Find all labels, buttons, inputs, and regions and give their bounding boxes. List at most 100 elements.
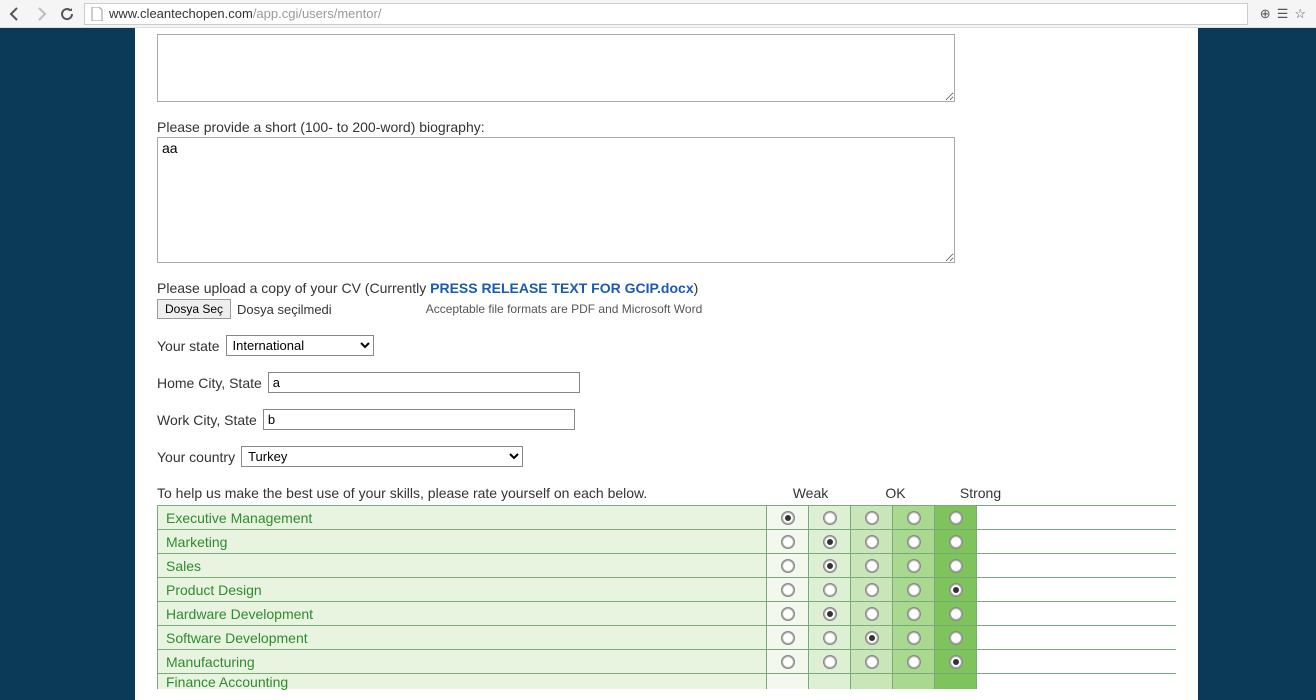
skill-rating-cell[interactable] [935,530,977,553]
skill-rating-cell[interactable] [851,530,893,553]
skill-rating-cell[interactable] [767,506,809,529]
skill-rating-cell[interactable] [767,650,809,673]
radio-button[interactable] [865,511,879,525]
skill-rating-cell[interactable] [851,506,893,529]
skill-row: Finance Accounting [157,674,1176,689]
skill-rating-cell[interactable] [767,626,809,649]
forward-button[interactable] [32,5,50,23]
skill-name: Finance Accounting [157,674,767,689]
radio-button[interactable] [907,535,921,549]
radio-button[interactable] [865,607,879,621]
radio-button[interactable] [823,535,837,549]
skill-rating-cell[interactable] [809,602,851,625]
uploaded-file-link[interactable]: PRESS RELEASE TEXT FOR GCIP.docx [430,280,693,296]
skill-rating-cell[interactable] [893,578,935,601]
radio-button[interactable] [907,511,921,525]
radio-button[interactable] [949,631,963,645]
radio-button[interactable] [781,559,795,573]
radio-button[interactable] [781,607,795,621]
radio-button[interactable] [781,583,795,597]
star-icon[interactable]: ☆ [1294,6,1306,22]
radio-button[interactable] [907,559,921,573]
skill-rating-cell[interactable] [935,506,977,529]
radio-button[interactable] [823,511,837,525]
skill-rating-cell[interactable] [767,602,809,625]
back-button[interactable] [6,5,24,23]
radio-button[interactable] [907,631,921,645]
skill-rating-cell[interactable] [893,602,935,625]
radio-button[interactable] [949,655,963,669]
radio-button[interactable] [823,607,837,621]
skill-rating-cell[interactable] [893,626,935,649]
skill-row: Executive Management [157,506,1176,530]
radio-button[interactable] [781,655,795,669]
skill-rating-cell[interactable] [935,602,977,625]
radio-button[interactable] [907,583,921,597]
radio-button[interactable] [907,655,921,669]
skill-rating-cell[interactable] [893,674,935,689]
skill-rating-cell[interactable] [809,578,851,601]
radio-button[interactable] [865,583,879,597]
radio-button[interactable] [865,655,879,669]
radio-button[interactable] [949,559,963,573]
skill-rating-cell[interactable] [851,554,893,577]
radio-button[interactable] [781,511,795,525]
country-select[interactable]: Turkey [241,446,523,467]
radio-button[interactable] [823,655,837,669]
address-bar[interactable]: www.cleantechopen.com/app.cgi/users/ment… [84,3,1248,25]
home-city-input[interactable] [268,372,580,393]
skill-rating-cell[interactable] [851,626,893,649]
skill-rating-cell[interactable] [851,578,893,601]
skill-rating-cell[interactable] [809,506,851,529]
skill-rating-cell[interactable] [893,506,935,529]
radio-button[interactable] [823,583,837,597]
skill-rating-cell[interactable] [809,530,851,553]
skill-rating-cell[interactable] [851,650,893,673]
page-background-right [1198,28,1316,700]
radio-button[interactable] [865,535,879,549]
skill-rating-cell[interactable] [809,674,851,689]
choose-file-button[interactable]: Dosya Seç [157,299,231,319]
radio-button[interactable] [781,631,795,645]
radio-button[interactable] [823,559,837,573]
radio-button[interactable] [949,607,963,621]
skill-rating-cell[interactable] [767,578,809,601]
radio-button[interactable] [949,583,963,597]
state-select[interactable]: International [226,335,374,356]
skill-rating-cell[interactable] [809,650,851,673]
translate-icon[interactable]: ☰ [1277,6,1289,22]
textarea-prev[interactable] [157,34,955,102]
skill-name: Sales [157,554,767,577]
bio-textarea[interactable] [157,137,955,263]
radio-button[interactable] [949,535,963,549]
skill-rating-cell[interactable] [893,554,935,577]
radio-button[interactable] [907,607,921,621]
work-city-input[interactable] [263,409,575,430]
skill-name: Hardware Development [157,602,767,625]
skill-rating-cell[interactable] [809,554,851,577]
skill-rating-cell[interactable] [893,650,935,673]
skill-rating-cell[interactable] [935,578,977,601]
skill-rating-cell[interactable] [767,554,809,577]
skill-rating-cell[interactable] [809,626,851,649]
reload-button[interactable] [58,5,76,23]
skill-rating-cell[interactable] [935,650,977,673]
skill-row: Marketing [157,530,1176,554]
skill-rating-cell[interactable] [893,530,935,553]
skill-rating-cell[interactable] [935,674,977,689]
skill-rating-cell[interactable] [935,554,977,577]
skill-rating-cell[interactable] [851,674,893,689]
zoom-icon[interactable]: ⊕ [1260,6,1271,22]
radio-button[interactable] [865,631,879,645]
skill-rating-cell[interactable] [767,674,809,689]
skill-rating-cell[interactable] [935,626,977,649]
skill-rating-cell[interactable] [767,530,809,553]
radio-button[interactable] [781,535,795,549]
upload-label-prefix: Please upload a copy of your CV (Current… [157,280,430,296]
radio-button[interactable] [865,559,879,573]
radio-button[interactable] [823,631,837,645]
skill-rating-cell[interactable] [851,602,893,625]
skill-row: Sales [157,554,1176,578]
radio-button[interactable] [949,511,963,525]
work-city-label: Work City, State [157,412,257,428]
